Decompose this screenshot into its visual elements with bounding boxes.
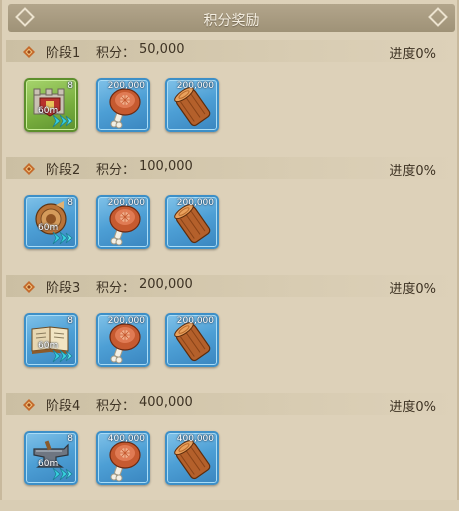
stage-diamond-icon <box>22 44 36 58</box>
reward-item-meat[interactable]: 400,000 <box>96 431 150 485</box>
stage-header: 阶段2 积分： 100,000 进度0% <box>6 157 456 179</box>
stage-score-label: 积分： <box>96 163 136 178</box>
stage-score-label: 积分： <box>96 399 136 414</box>
reward-stage-1: 阶段1 积分： 50,000 进度0% 8 60m 200,000 200,000 <box>2 40 459 158</box>
reward-item-wood[interactable]: 400,000 <box>165 431 219 485</box>
item-quantity: 8 <box>67 434 73 444</box>
reward-item-speedup[interactable]: 8 60m <box>24 195 78 249</box>
stage-progress: 进度0% <box>389 400 436 415</box>
reward-stage-4: 阶段4 积分： 400,000 进度0% 8 60m 400,000 400,000 <box>2 393 459 511</box>
item-quantity: 200,000 <box>176 81 214 91</box>
stage-score-value: 100,000 <box>139 159 193 174</box>
reward-item-meat[interactable]: 200,000 <box>96 313 150 367</box>
stage-name: 阶段2 <box>46 163 81 178</box>
speedup-arrows-icon <box>52 349 74 363</box>
reward-item-wood[interactable]: 200,000 <box>165 78 219 132</box>
stage-name: 阶段4 <box>46 399 81 414</box>
stage-score-value: 400,000 <box>139 395 193 410</box>
stage-name: 阶段3 <box>46 281 81 296</box>
speedup-arrows-icon <box>52 114 74 128</box>
reward-item-wood[interactable]: 200,000 <box>165 195 219 249</box>
item-quantity: 8 <box>67 198 73 208</box>
item-quantity: 400,000 <box>176 434 214 444</box>
panel-title: 积分奖励 <box>203 13 260 29</box>
stage-diamond-icon <box>22 397 36 411</box>
item-quantity: 200,000 <box>107 316 145 326</box>
stage-progress: 进度0% <box>389 282 436 297</box>
item-quantity: 200,000 <box>107 198 145 208</box>
title-bar: 积分奖励 <box>8 4 455 32</box>
stage-score-label: 积分： <box>96 281 136 296</box>
item-quantity: 200,000 <box>176 316 214 326</box>
item-quantity: 400,000 <box>107 434 145 444</box>
stage-progress: 进度0% <box>389 47 436 62</box>
reward-item-speedup[interactable]: 8 60m <box>24 78 78 132</box>
reward-item-speedup[interactable]: 8 60m <box>24 313 78 367</box>
reward-item-speedup[interactable]: 8 60m <box>24 431 78 485</box>
stage-name: 阶段1 <box>46 46 81 61</box>
stage-score-label: 积分： <box>96 46 136 61</box>
reward-stage-2: 阶段2 积分： 100,000 进度0% 8 60m 200,000 200,000 <box>2 157 459 275</box>
stage-header: 阶段1 积分： 50,000 进度0% <box>6 40 456 62</box>
reward-item-meat[interactable]: 200,000 <box>96 78 150 132</box>
stage-score-value: 50,000 <box>139 42 185 57</box>
reward-stage-3: 阶段3 积分： 200,000 进度0% 8 60m 200,000 200,000 <box>2 275 459 393</box>
stage-header: 阶段4 积分： 400,000 进度0% <box>6 393 456 415</box>
speedup-arrows-icon <box>52 231 74 245</box>
item-quantity: 8 <box>67 81 73 91</box>
item-quantity: 8 <box>67 316 73 326</box>
stage-diamond-icon <box>22 161 36 175</box>
stage-diamond-icon <box>22 279 36 293</box>
reward-item-meat[interactable]: 200,000 <box>96 195 150 249</box>
item-quantity: 200,000 <box>176 198 214 208</box>
stage-progress: 进度0% <box>389 164 436 179</box>
speedup-arrows-icon <box>52 467 74 481</box>
item-quantity: 200,000 <box>107 81 145 91</box>
reward-item-wood[interactable]: 200,000 <box>165 313 219 367</box>
stage-header: 阶段3 积分： 200,000 进度0% <box>6 275 456 297</box>
score-rewards-panel: 积分奖励 阶段1 积分： 50,000 进度0% 8 60m 200,000 2… <box>0 0 459 500</box>
stage-score-value: 200,000 <box>139 277 193 292</box>
